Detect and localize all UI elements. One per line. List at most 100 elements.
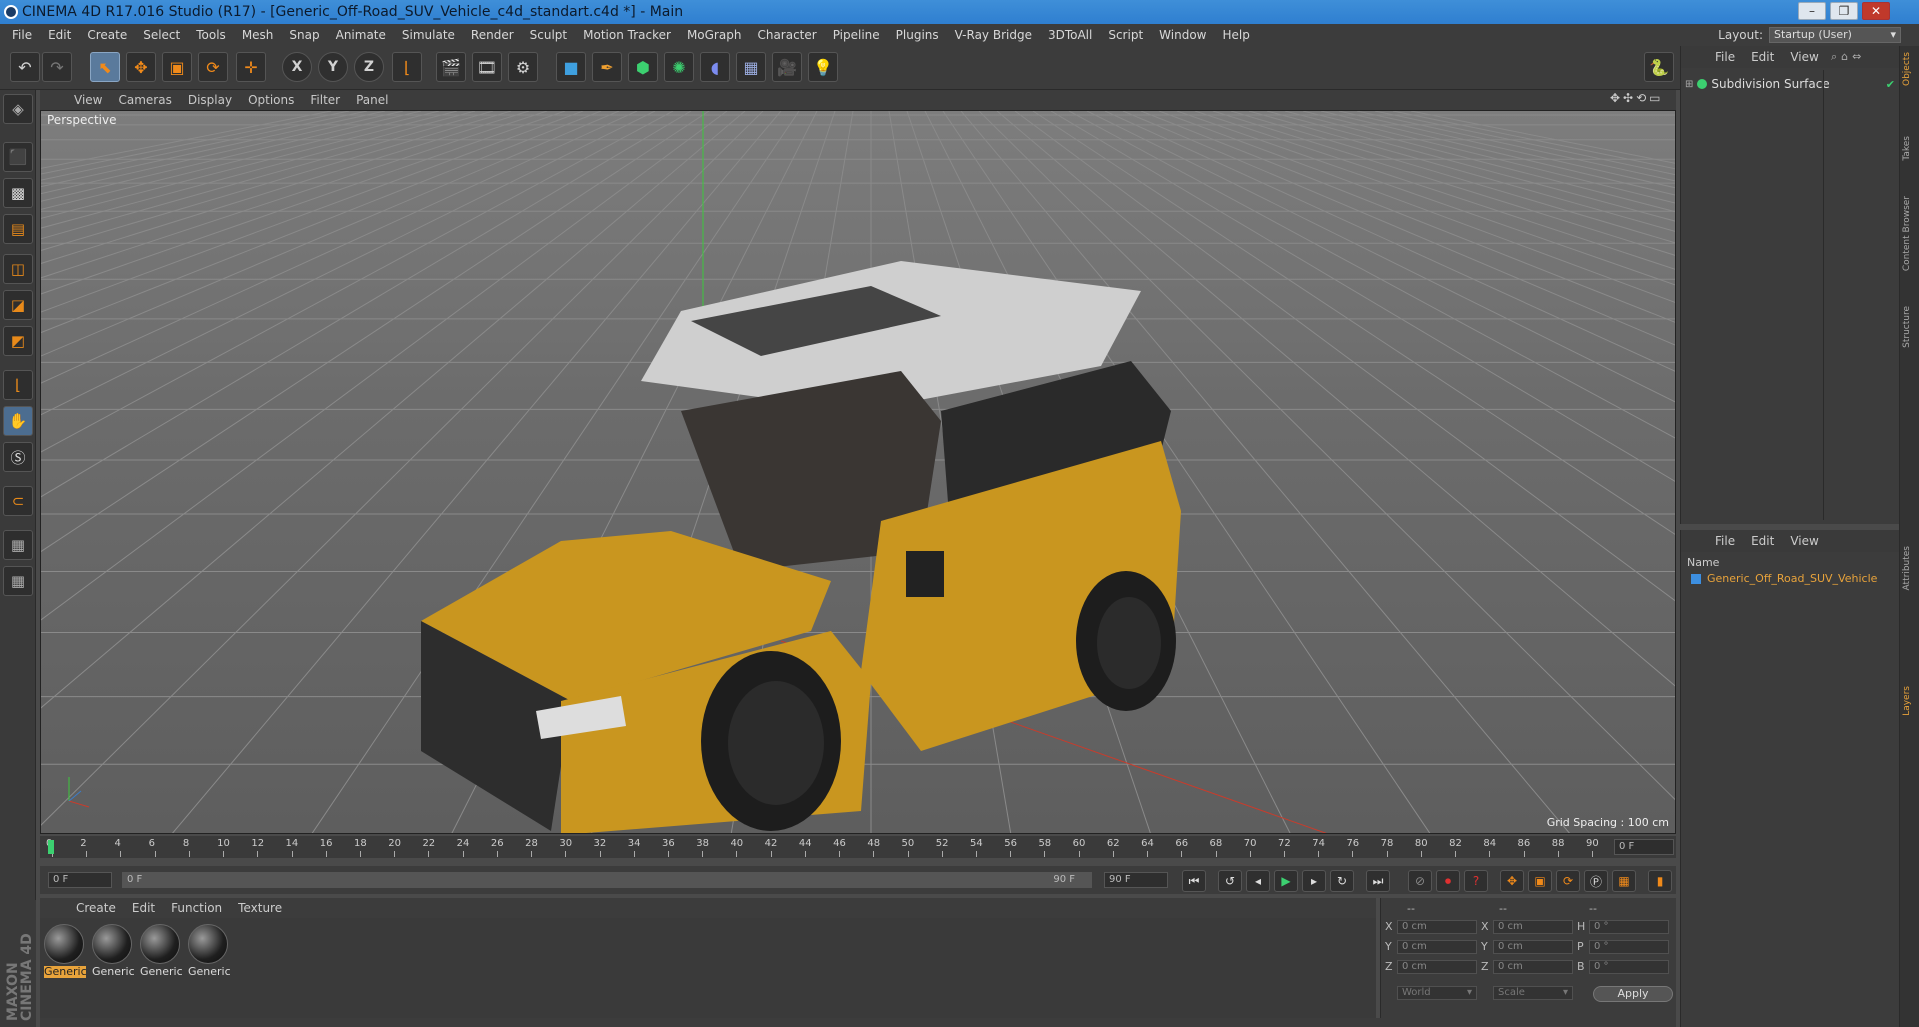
previous-frame-icon[interactable]: ◂ [1246,870,1270,892]
menu-item-file[interactable]: File [4,24,40,46]
x-axis-lock-button[interactable]: X [282,52,312,82]
start-frame-field[interactable]: 0 F [48,872,112,888]
cube-object-icon[interactable]: ■ [556,52,586,82]
snap-settings-icon[interactable]: Ⓢ [3,442,33,472]
side-tab-attributes[interactable]: Attributes [1902,546,1918,590]
render-settings-icon[interactable]: ⚙ [508,52,538,82]
objects-menu-edit[interactable]: Edit [1743,50,1782,64]
rotate-icon[interactable]: ⟳ [198,52,228,82]
object-row-subdivision-surface[interactable]: ⊞ Subdivision Surface ✔ [1685,76,1895,92]
layers-menu-file[interactable]: File [1707,534,1743,548]
edges-mode-icon[interactable]: ◪ [3,290,33,320]
keyframe-selection-icon[interactable]: ? [1464,870,1488,892]
side-tab-content-browser[interactable]: Content Browser [1902,196,1918,271]
coord-rot-field[interactable]: 0 ° [1589,940,1669,954]
array-object-icon[interactable]: ✺ [664,52,694,82]
make-editable-icon[interactable]: ◈ [3,94,33,124]
apply-button[interactable]: Apply [1593,986,1673,1002]
menu-item-snap[interactable]: Snap [281,24,327,46]
camera-icon[interactable]: 🎥 [772,52,802,82]
preview-range-slider[interactable]: 0 F 90 F [122,872,1092,888]
key-pla-icon[interactable]: ▦ [1612,870,1636,892]
coordinate-system-icon[interactable]: ⌊ [392,52,422,82]
coord-pos-field[interactable]: 0 cm [1397,920,1477,934]
scale-mode-dropdown[interactable]: Scale ▾ [1493,986,1573,1000]
menu-item-character[interactable]: Character [749,24,824,46]
coord-rot-field[interactable]: 0 ° [1589,920,1669,934]
play-forward-icon[interactable]: ▶ [1274,870,1298,892]
recent-tool-icon[interactable]: ✛ [236,52,266,82]
viewport-navigation-icons[interactable]: ✥✣⟲▭ [1610,91,1664,105]
subdivision-surface-icon[interactable]: ⬢ [628,52,658,82]
perspective-viewport[interactable]: Perspective Grid Spacing : 100 cm [40,110,1676,834]
menu-item-simulate[interactable]: Simulate [394,24,463,46]
pen-spline-icon[interactable]: ✒ [592,52,622,82]
material-menu-create[interactable]: Create [68,901,124,915]
render-view-icon[interactable]: 🎬 [436,52,466,82]
key-scale-icon[interactable]: ▣ [1528,870,1552,892]
coord-size-field[interactable]: 0 cm [1493,940,1573,954]
axis-mode-icon[interactable]: ⌊ [3,370,33,400]
menu-item-help[interactable]: Help [1214,24,1257,46]
viewport-menu-panel[interactable]: Panel [348,93,396,107]
model-mode-icon[interactable]: ⬛ [3,142,33,172]
side-tab-layers[interactable]: Layers [1902,686,1918,716]
menu-item-edit[interactable]: Edit [40,24,79,46]
playhead-marker[interactable] [48,840,54,854]
viewport-menu-display[interactable]: Display [180,93,240,107]
coord-pos-field[interactable]: 0 cm [1397,940,1477,954]
previous-keyframe-icon[interactable]: ↺ [1218,870,1242,892]
polygons-mode-icon[interactable]: ◩ [3,326,33,356]
material-swatch[interactable]: Generic [92,924,135,982]
current-frame-field[interactable]: 0 F [1614,839,1674,855]
material-menu-texture[interactable]: Texture [230,901,290,915]
record-keys-icon[interactable]: ⊘ [1408,870,1432,892]
viewport-menu-options[interactable]: Options [240,93,302,107]
visibility-check-icon[interactable]: ✔ [1886,78,1895,91]
viewport-menu-view[interactable]: View [66,93,110,107]
menu-item-select[interactable]: Select [135,24,188,46]
layers-menu-view[interactable]: View [1782,534,1826,548]
menu-item-mesh[interactable]: Mesh [234,24,282,46]
viewport-menu-cameras[interactable]: Cameras [110,93,179,107]
layout-selector[interactable]: Layout: Startup (User) ▾ [1718,24,1901,46]
side-tab-objects[interactable]: Objects [1902,52,1918,86]
menu-item-render[interactable]: Render [463,24,522,46]
timeline-window-icon[interactable]: ▮ [1648,870,1672,892]
side-tab-structure[interactable]: Structure [1902,306,1918,348]
menu-item-v-ray-bridge[interactable]: V-Ray Bridge [947,24,1040,46]
y-axis-lock-button[interactable]: Y [318,52,348,82]
magnet-icon[interactable]: ⊂ [3,486,33,516]
key-parameter-icon[interactable]: Ⓟ [1584,870,1608,892]
layout-dropdown[interactable]: Startup (User) ▾ [1769,27,1901,43]
live-selection-icon[interactable]: ⬉ [90,52,120,82]
render-picture-viewer-icon[interactable]: 🎞 [472,52,502,82]
objects-menu-file[interactable]: File [1707,50,1743,64]
timeline-ruler[interactable]: 0246810121416182022242628303234363840424… [40,836,1676,858]
coord-pos-field[interactable]: 0 cm [1397,960,1477,974]
scale-icon[interactable]: ▣ [162,52,192,82]
material-menu-function[interactable]: Function [163,901,230,915]
z-axis-lock-button[interactable]: Z [354,52,384,82]
menu-item-script[interactable]: Script [1100,24,1151,46]
end-frame-field[interactable]: 90 F [1104,872,1168,888]
object-manager-search-icons[interactable]: ⌕⌂⇔ [1831,50,1865,64]
menu-item-plugins[interactable]: Plugins [888,24,947,46]
menu-item-sculpt[interactable]: Sculpt [522,24,575,46]
tweak-mode-icon[interactable]: ✋ [3,406,33,436]
next-keyframe-icon[interactable]: ↻ [1330,870,1354,892]
menu-item-mograph[interactable]: MoGraph [679,24,750,46]
workplane-mode-icon[interactable]: ▤ [3,214,33,244]
move-icon[interactable]: ✥ [126,52,156,82]
python-icon[interactable]: 🐍 [1644,52,1674,82]
menu-item-3dtoall[interactable]: 3DToAll [1040,24,1100,46]
material-swatch[interactable]: Generic [140,924,183,982]
material-swatch[interactable]: Generic [188,924,231,982]
expand-icon[interactable]: ⊞ [1685,79,1693,90]
coord-size-field[interactable]: 0 cm [1493,920,1573,934]
material-menu-edit[interactable]: Edit [124,901,163,915]
objects-menu-view[interactable]: View [1782,50,1826,64]
menu-item-motion-tracker[interactable]: Motion Tracker [575,24,679,46]
key-rotation-icon[interactable]: ⟳ [1556,870,1580,892]
go-to-end-icon[interactable]: ⏭ [1366,870,1390,892]
